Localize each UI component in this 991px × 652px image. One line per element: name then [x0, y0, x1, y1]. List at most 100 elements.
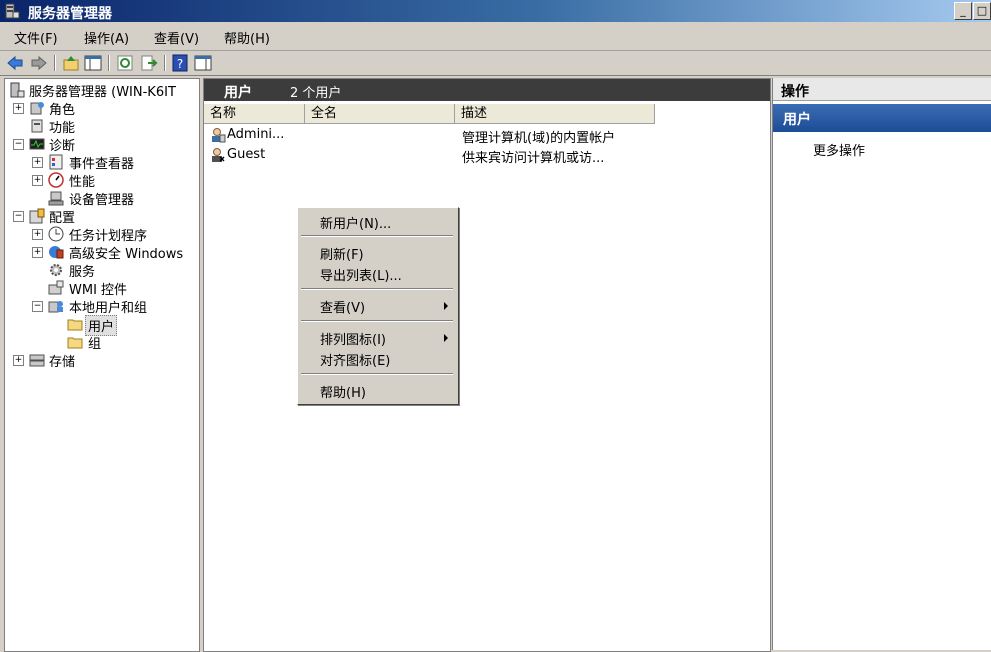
tree-label-services: 服务: [69, 265, 96, 280]
firewall-icon: [49, 246, 64, 259]
menu-separator: [301, 288, 453, 290]
server-manager-icon: [5, 3, 20, 19]
results-title: 用户: [224, 85, 252, 101]
context-menu-new-user[interactable]: 新用户(N)...: [320, 213, 391, 232]
cell-name: Admini...: [227, 127, 285, 142]
maximize-button[interactable]: □: [973, 2, 991, 20]
diagnostics-icon: [29, 138, 45, 150]
collapse-icon[interactable]: −: [13, 211, 24, 222]
tree-item-diagnostics[interactable]: − 诊断: [5, 135, 199, 154]
user-icon: [212, 128, 226, 143]
tree-item-device-manager[interactable]: 设备管理器: [5, 189, 199, 208]
menu-view[interactable]: 查看(V): [154, 28, 199, 47]
menu-help[interactable]: 帮助(H): [224, 28, 270, 47]
clock-icon: [48, 226, 64, 242]
wmi-icon: [48, 280, 64, 295]
window-title: 服务器管理器: [28, 6, 112, 22]
forward-icon[interactable]: [30, 54, 48, 72]
tree-label-event-viewer: 事件查看器: [69, 157, 135, 172]
results-pane: 用户 2 个用户 名称 全名 描述 Admini... 管理计算机(域)的内置帐…: [203, 78, 771, 652]
tree-item-local-users-groups[interactable]: − 本地用户和组: [5, 297, 199, 316]
export-icon[interactable]: [140, 54, 158, 72]
tree-label-features: 功能: [49, 121, 76, 136]
menu-bar: 文件(F) 操作(A) 查看(V) 帮助(H): [0, 22, 991, 51]
actions-pane: 操作 用户 更多操作: [772, 78, 991, 650]
expand-icon[interactable]: +: [32, 157, 43, 168]
tree-item-event-viewer[interactable]: + 事件查看器: [5, 153, 199, 172]
more-actions-link[interactable]: 更多操作: [813, 140, 865, 159]
expand-icon[interactable]: +: [32, 175, 43, 186]
tree-root-label: 服务器管理器 (WIN-K6IT: [29, 85, 176, 100]
results-header: 用户 2 个用户: [204, 79, 770, 101]
tree-label-firewall: 高级安全 Windows: [69, 247, 184, 262]
context-menu-refresh[interactable]: 刷新(F): [320, 244, 364, 263]
context-menu-line-up-icons[interactable]: 对齐图标(E): [320, 350, 390, 369]
features-icon: [31, 119, 43, 133]
title-bar: 服务器管理器 _ □: [0, 0, 991, 22]
console-tree: 服务器管理器 (WIN-K6IT + 角色 功能 − 诊断 + 事件查看器 + …: [4, 78, 200, 652]
menu-file[interactable]: 文件(F): [14, 28, 58, 47]
submenu-arrow-icon: [444, 334, 448, 342]
tree-label-device-manager: 设备管理器: [69, 193, 135, 208]
table-row[interactable]: Guest 供来宾访问计算机或访...: [204, 145, 770, 166]
tree-label-storage: 存储: [49, 355, 76, 370]
tree-label-diagnostics: 诊断: [49, 139, 76, 154]
tree-item-groups[interactable]: 组: [5, 333, 199, 352]
roles-icon: [30, 102, 44, 115]
table-row[interactable]: Admini... 管理计算机(域)的内置帐户: [204, 125, 770, 146]
tree-item-firewall[interactable]: + 高级安全 Windows: [5, 243, 199, 262]
menu-separator: [301, 320, 453, 322]
column-header-name[interactable]: 名称: [204, 104, 305, 124]
tree-item-storage[interactable]: + 存储: [5, 351, 199, 370]
tree-item-wmi[interactable]: WMI 控件: [5, 279, 199, 298]
tree-item-configuration[interactable]: − 配置: [5, 207, 199, 226]
collapse-icon[interactable]: −: [32, 301, 43, 312]
cell-name: Guest: [227, 147, 266, 162]
tree-label-performance: 性能: [69, 175, 96, 190]
tree-item-services[interactable]: 服务: [5, 261, 199, 280]
tree-item-users[interactable]: 用户: [5, 315, 199, 336]
up-icon[interactable]: [62, 54, 80, 72]
gear-icon: [50, 264, 62, 276]
expand-icon[interactable]: +: [32, 229, 43, 240]
tree-item-task-scheduler[interactable]: + 任务计划程序: [5, 225, 199, 244]
show-hide-tree-icon[interactable]: [84, 54, 102, 72]
context-menu-arrange-icons[interactable]: 排列图标(I): [320, 329, 386, 348]
tree-item-features[interactable]: 功能: [5, 117, 199, 136]
refresh-icon[interactable]: [116, 54, 134, 72]
collapse-icon[interactable]: −: [13, 139, 24, 150]
users-group-icon: [48, 301, 63, 313]
tree-label-local-users-groups: 本地用户和组: [69, 301, 148, 316]
folder-icon: [67, 319, 83, 331]
guest-user-icon: [212, 148, 225, 162]
tree-label-groups: 组: [88, 337, 102, 352]
device-manager-icon: [48, 191, 64, 206]
tree-item-roles[interactable]: + 角色: [5, 99, 199, 118]
column-header-description[interactable]: 描述: [455, 104, 655, 124]
toolbar: ?: [0, 51, 991, 76]
help-icon[interactable]: ?: [171, 54, 189, 72]
expand-icon[interactable]: +: [32, 247, 43, 258]
column-header-fullname[interactable]: 全名: [305, 104, 455, 124]
actions-section-users[interactable]: 用户: [773, 104, 991, 132]
performance-icon: [48, 172, 64, 188]
expand-icon[interactable]: +: [13, 355, 24, 366]
storage-icon: [29, 354, 45, 367]
cell-description: 管理计算机(域)的内置帐户: [462, 131, 616, 146]
context-menu-view[interactable]: 查看(V): [320, 297, 365, 316]
server-manager-icon: [10, 82, 25, 98]
tree-label-configuration: 配置: [49, 211, 76, 226]
show-hide-action-pane-icon[interactable]: [194, 54, 212, 72]
minimize-button[interactable]: _: [954, 2, 972, 20]
tree-root[interactable]: 服务器管理器 (WIN-K6IT: [5, 81, 199, 100]
context-menu-export-list[interactable]: 导出列表(L)...: [320, 265, 402, 284]
menu-action[interactable]: 操作(A): [84, 28, 129, 47]
context-menu: 新用户(N)... 刷新(F) 导出列表(L)... 查看(V) 排列图标(I)…: [297, 207, 459, 405]
tree-label-task-scheduler: 任务计划程序: [69, 229, 148, 244]
context-menu-help[interactable]: 帮助(H): [320, 382, 366, 401]
tree-label-roles: 角色: [49, 103, 76, 118]
back-icon[interactable]: [6, 54, 24, 72]
tree-item-performance[interactable]: + 性能: [5, 171, 199, 190]
event-viewer-icon: [49, 154, 63, 170]
expand-icon[interactable]: +: [13, 103, 24, 114]
